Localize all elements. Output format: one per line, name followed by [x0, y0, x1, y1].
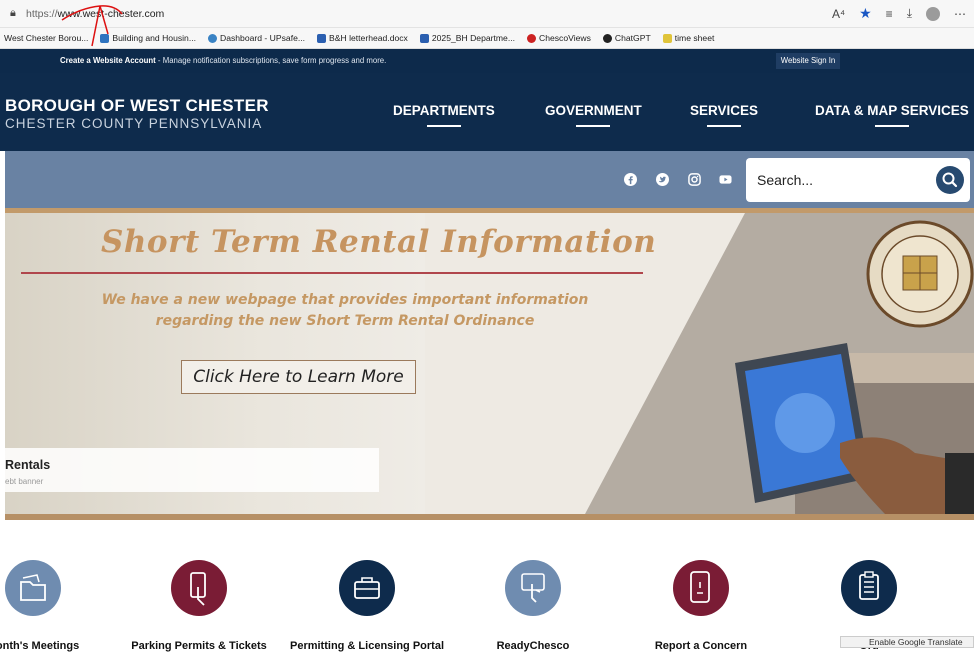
- banner-top-border: [5, 208, 974, 213]
- create-account-link[interactable]: Create a Website Account: [60, 56, 156, 65]
- site-header: BOROUGH OF WEST CHESTER CHESTER COUNTY P…: [0, 73, 974, 151]
- banner-caption: Rentals ebt banner: [5, 448, 379, 492]
- search-button[interactable]: [936, 166, 964, 194]
- youtube-icon[interactable]: [719, 173, 732, 186]
- google-translate-button[interactable]: Enable Google Translate: [840, 636, 974, 648]
- chescoviews-icon: [526, 33, 536, 43]
- nav-departments[interactable]: DEPARTMENTS: [393, 103, 495, 127]
- learn-more-button[interactable]: Click Here to Learn More: [181, 360, 416, 394]
- search-icon: [942, 172, 958, 188]
- hero-banner[interactable]: Short Term Rental Information We have a …: [5, 208, 974, 520]
- instagram-icon[interactable]: [688, 173, 701, 186]
- browser-address-bar[interactable]: 🔒︎ https://www.west-chester.com A⁴ ★ ≡ ⤓…: [0, 0, 974, 28]
- nav-government[interactable]: GOVERNMENT: [545, 103, 642, 127]
- bookmark-favicon-icon: [208, 33, 217, 43]
- clipboard-icon: [841, 560, 897, 616]
- facebook-icon[interactable]: [624, 173, 637, 186]
- nav-underline: [707, 125, 742, 127]
- bookmark[interactable]: ChescoViews: [526, 33, 591, 43]
- site-title[interactable]: BOROUGH OF WEST CHESTER: [5, 96, 269, 116]
- bookmark[interactable]: Dashboard - UPsafe...: [208, 33, 305, 43]
- nav-services[interactable]: SERVICES: [690, 103, 758, 127]
- nav-underline: [576, 125, 611, 127]
- reader-icon[interactable]: A⁴: [832, 7, 845, 21]
- search-box[interactable]: Search...: [746, 158, 970, 202]
- bookmark[interactable]: Building and Housin...: [100, 33, 196, 43]
- favorites-list-icon[interactable]: ≡: [886, 7, 893, 21]
- word-doc-icon: [419, 33, 429, 43]
- bookmark[interactable]: B&H letterhead.docx: [317, 33, 408, 43]
- banner-subtitle: We have a new webpage that provides impo…: [101, 292, 589, 329]
- hand-tap-icon: [505, 560, 561, 616]
- bookmark-favicon-icon: [100, 33, 110, 43]
- bookmark[interactable]: ChatGPT: [602, 33, 651, 43]
- twitter-icon[interactable]: [656, 173, 669, 186]
- site-subtitle: CHESTER COUNTY PENNSYLVANIA: [5, 116, 263, 131]
- account-message: Create a Website Account - Manage notifi…: [60, 56, 387, 65]
- url-field[interactable]: https://www.west-chester.com: [26, 8, 164, 20]
- nav-underline: [874, 125, 909, 127]
- nav-underline: [426, 125, 461, 127]
- banner-title: Short Term Rental Information: [101, 224, 657, 260]
- word-doc-icon: [317, 33, 327, 43]
- favorite-star-icon[interactable]: ★: [859, 5, 872, 22]
- bookmark[interactable]: West Chester Borou...: [4, 33, 88, 43]
- briefcase-icon: [339, 560, 395, 616]
- search-input[interactable]: Search...: [757, 172, 813, 188]
- folder-icon: [5, 560, 61, 616]
- bookmark[interactable]: 2025_BH Departme...: [419, 33, 515, 43]
- lock-icon[interactable]: 🔒︎: [10, 7, 16, 20]
- caption-subtitle: ebt banner: [5, 477, 44, 486]
- download-icon[interactable]: ⤓: [907, 6, 912, 21]
- bookmark[interactable]: time sheet: [662, 33, 714, 43]
- borough-seal: [866, 220, 974, 328]
- bookmarks-bar: West Chester Borou... Building and Housi…: [0, 28, 974, 49]
- caption-title: Rentals: [5, 458, 51, 472]
- phone-tap-icon: [171, 560, 227, 616]
- banner-divider: [21, 272, 643, 274]
- utility-bar: Create a Website Account - Manage notifi…: [0, 49, 974, 73]
- browser-toolbar: A⁴ ★ ≡ ⤓ ⋯: [832, 5, 966, 22]
- phone-alert-icon: [673, 560, 729, 616]
- nav-data-map-services[interactable]: DATA & MAP SERVICES: [815, 103, 969, 127]
- folder-icon: [662, 33, 672, 43]
- sign-in-button[interactable]: Website Sign In: [776, 53, 840, 69]
- profile-icon[interactable]: [926, 6, 940, 21]
- chatgpt-icon: [602, 33, 612, 43]
- banner-bottom-border: [5, 514, 974, 520]
- more-icon[interactable]: ⋯: [954, 7, 966, 21]
